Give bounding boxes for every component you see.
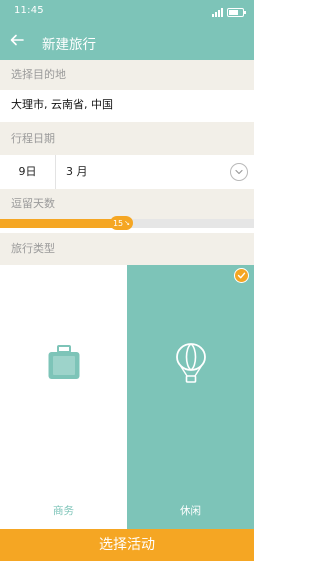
page-title: 新建旅行 bbox=[42, 37, 96, 53]
month-select[interactable]: 3 月 bbox=[66, 155, 88, 189]
stay-slider-thumb[interactable]: 15 ↘ bbox=[110, 216, 133, 230]
trip-option-leisure-label: 休闲 bbox=[180, 505, 201, 517]
stay-header: 逗留天数 bbox=[0, 189, 254, 219]
destination-header: 选择目的地 bbox=[0, 60, 254, 90]
system-icons bbox=[212, 6, 246, 18]
destination-field[interactable]: 大理市, 云南省, 中国 bbox=[0, 90, 254, 120]
hot-air-balloon-icon bbox=[174, 343, 208, 389]
day-select[interactable]: 9日 bbox=[0, 155, 56, 189]
checkmark-icon bbox=[234, 268, 249, 283]
trip-option-business[interactable]: 商务 bbox=[0, 265, 127, 529]
trip-type-options: 商务 休闲 bbox=[0, 265, 254, 529]
status-time: 11:45 bbox=[14, 5, 44, 16]
status-bar: 11:45 bbox=[0, 0, 254, 24]
trip-option-business-label: 商务 bbox=[53, 505, 74, 517]
trip-type-header: 旅行类型 bbox=[0, 233, 254, 265]
chevron-down-icon[interactable] bbox=[230, 163, 248, 181]
signal-icon bbox=[212, 7, 223, 17]
stay-days-value: 15 bbox=[112, 218, 124, 228]
choose-activities-button[interactable]: 选择活动 bbox=[0, 529, 254, 561]
briefcase-icon bbox=[47, 343, 81, 387]
date-picker[interactable]: 9日 3 月 bbox=[0, 155, 254, 189]
arrow-left-icon[interactable] bbox=[8, 31, 26, 49]
stay-slider-fill bbox=[0, 219, 122, 228]
app-bar: 新建旅行 bbox=[0, 24, 254, 60]
stay-days-suffix: ↘ bbox=[124, 219, 131, 227]
battery-icon bbox=[227, 7, 246, 17]
trip-option-leisure[interactable]: 休闲 bbox=[127, 265, 254, 529]
dates-header: 行程日期 bbox=[0, 122, 254, 155]
